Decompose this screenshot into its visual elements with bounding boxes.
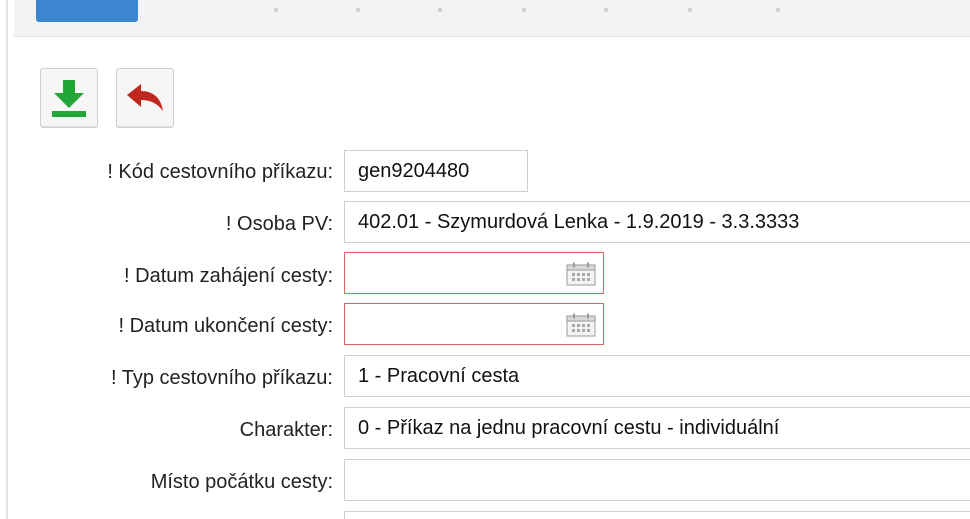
tab-separator bbox=[776, 8, 780, 12]
top-tab-strip bbox=[14, 0, 970, 37]
undo-arrow-icon bbox=[127, 84, 163, 111]
back-button[interactable] bbox=[116, 68, 174, 128]
calendar-icon[interactable] bbox=[566, 262, 596, 286]
datum-zahajeni-label: ! Datum zahájení cesty: bbox=[124, 265, 333, 287]
charakter-label: Charakter: bbox=[239, 419, 333, 441]
misto-field[interactable] bbox=[344, 459, 970, 501]
save-button[interactable] bbox=[40, 68, 98, 128]
osoba-label: ! Osoba PV: bbox=[225, 213, 333, 235]
tab-separator bbox=[604, 8, 608, 12]
active-tab[interactable] bbox=[36, 0, 138, 22]
typ-field[interactable]: 1 - Pracovní cesta bbox=[344, 355, 970, 397]
datum-ukonceni-field[interactable] bbox=[344, 303, 604, 345]
datum-zahajeni-field[interactable] bbox=[344, 252, 604, 294]
kod-field[interactable]: gen9204480 bbox=[344, 150, 528, 192]
tab-separator bbox=[274, 8, 278, 12]
misto-label: Místo počátku cesty: bbox=[150, 471, 333, 493]
tab-separator bbox=[438, 8, 442, 12]
next-field-partial[interactable] bbox=[344, 511, 970, 519]
osoba-field[interactable]: 402.01 - Szymurdová Lenka - 1.9.2019 - 3… bbox=[344, 201, 970, 243]
datum-ukonceni-label: ! Datum ukončení cesty: bbox=[118, 315, 333, 337]
calendar-icon[interactable] bbox=[566, 313, 596, 337]
download-save-icon bbox=[52, 80, 86, 117]
tab-separator bbox=[688, 8, 692, 12]
kod-label: ! Kód cestovního příkazu: bbox=[107, 161, 333, 183]
tab-separator bbox=[356, 8, 360, 12]
tab-separator bbox=[522, 8, 526, 12]
typ-label: ! Typ cestovního příkazu: bbox=[111, 367, 333, 389]
charakter-field[interactable]: 0 - Příkaz na jednu pracovní cestu - ind… bbox=[344, 407, 970, 449]
